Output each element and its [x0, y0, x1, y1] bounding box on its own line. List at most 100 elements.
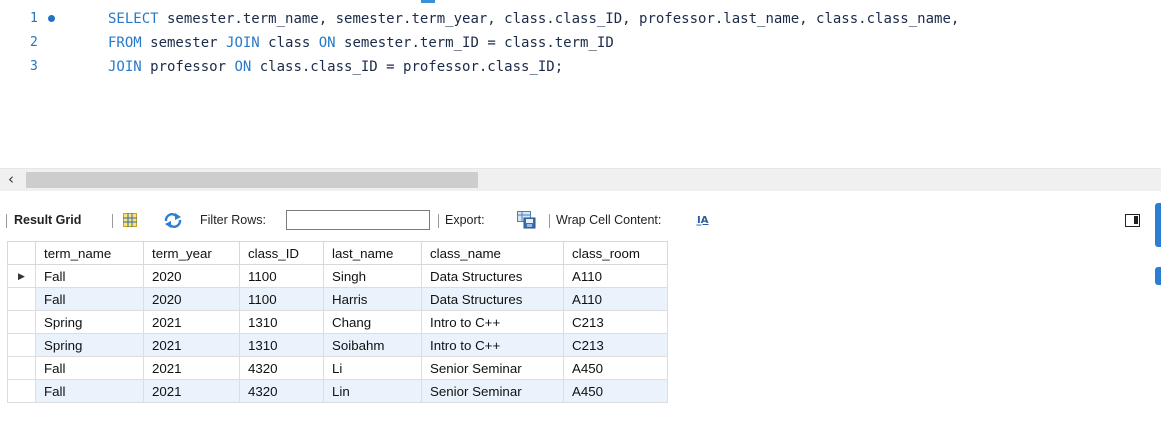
table-row[interactable]: Fall 2021 4320 Li Senior Seminar A450	[7, 356, 668, 380]
code-text: FROM semester JOIN class ON semester.ter…	[108, 31, 614, 55]
panel-toggle-icon[interactable]	[1125, 214, 1140, 227]
editor-top-marker	[421, 0, 435, 3]
cell[interactable]: Harris	[323, 287, 422, 311]
cell[interactable]: A450	[563, 356, 668, 380]
row-header[interactable]	[7, 310, 36, 334]
toolbar-separator	[6, 214, 7, 228]
cell[interactable]: Soibahm	[323, 333, 422, 357]
row-header[interactable]	[7, 287, 36, 311]
table-row[interactable]: Spring 2021 1310 Soibahm Intro to C++ C2…	[7, 333, 668, 357]
line-gutter: 3	[0, 55, 60, 79]
sql-keyword: JOIN	[108, 59, 142, 75]
sql-text: semester.term_name, semester.term_year, …	[158, 11, 968, 27]
export-icon[interactable]	[517, 211, 537, 229]
cell[interactable]: 2021	[143, 333, 240, 357]
cell[interactable]: Senior Seminar	[421, 379, 564, 403]
cell[interactable]: Data Structures	[421, 287, 564, 311]
sql-keyword: JOIN	[226, 35, 260, 51]
sql-keyword: ON	[318, 35, 336, 51]
row-header[interactable]	[7, 356, 36, 380]
cell[interactable]: Spring	[35, 310, 144, 334]
result-grid: term_name term_year class_ID last_name c…	[7, 241, 668, 403]
cell[interactable]: 2020	[143, 287, 240, 311]
cell[interactable]: C213	[563, 333, 668, 357]
side-panel-tab[interactable]	[1155, 267, 1161, 285]
cell[interactable]: A450	[563, 379, 668, 403]
column-header[interactable]: last_name	[323, 241, 422, 265]
cell[interactable]: A110	[563, 264, 668, 288]
refresh-icon[interactable]	[164, 213, 182, 228]
cell[interactable]: Fall	[35, 379, 144, 403]
table-row[interactable]: ▶ Fall 2020 1100 Singh Data Structures A…	[7, 264, 668, 288]
line-number: 3	[30, 59, 38, 74]
side-panel-tab[interactable]	[1155, 203, 1161, 247]
result-grid-tab[interactable]: Result Grid	[14, 203, 81, 237]
cell[interactable]: Data Structures	[421, 264, 564, 288]
header-row: term_name term_year class_ID last_name c…	[7, 241, 668, 265]
code-line[interactable]: 1 SELECT semester.term_name, semester.ter…	[0, 7, 1161, 31]
cell[interactable]: 1100	[239, 287, 324, 311]
toolbar-separator	[549, 214, 550, 228]
line-number: 2	[30, 35, 38, 50]
toolbar-separator	[438, 214, 439, 228]
code-text: SELECT semester.term_name, semester.term…	[108, 7, 968, 31]
cell[interactable]: Spring	[35, 333, 144, 357]
cell[interactable]: Intro to C++	[421, 310, 564, 334]
cell[interactable]: 4320	[239, 356, 324, 380]
sql-text: semester	[141, 35, 227, 51]
cell[interactable]: Chang	[323, 310, 422, 334]
grid-icon[interactable]	[123, 213, 137, 227]
row-header[interactable]	[7, 333, 36, 357]
sql-text: semester.term_ID = class.term_ID	[335, 35, 614, 51]
cell[interactable]: 1310	[239, 310, 324, 334]
cell[interactable]: Intro to C++	[421, 333, 564, 357]
cell[interactable]: 1310	[239, 333, 324, 357]
wrap-icon[interactable]: I̲A	[697, 215, 709, 227]
scroll-left-arrow-icon[interactable]: ‹	[8, 170, 14, 188]
line-number: 1	[30, 11, 38, 26]
table-row[interactable]: Spring 2021 1310 Chang Intro to C++ C213	[7, 310, 668, 334]
cell[interactable]: Li	[323, 356, 422, 380]
sql-keyword: SELECT	[108, 11, 159, 27]
editor-horizontal-scrollbar[interactable]: ‹	[0, 168, 1161, 191]
scrollbar-thumb[interactable]	[26, 172, 478, 188]
filter-rows-input[interactable]	[286, 210, 430, 230]
panel-toggle-inner	[1134, 216, 1138, 224]
cell[interactable]: 2020	[143, 264, 240, 288]
column-header[interactable]: class_ID	[239, 241, 324, 265]
code-line[interactable]: 2 FROM semester JOIN class ON semester.te…	[0, 31, 1161, 55]
sql-text: professor	[141, 59, 235, 75]
result-toolbar: Result Grid Filter Rows: Export: Wrap Ce…	[0, 203, 1161, 237]
column-header[interactable]: class_name	[421, 241, 564, 265]
cell[interactable]: 2021	[143, 356, 240, 380]
current-row-marker-icon[interactable]: ▶	[7, 264, 36, 288]
row-header-corner	[7, 241, 36, 265]
line-gutter: 2	[0, 31, 60, 55]
code-line[interactable]: 3 JOIN professor ON class.class_ID = prof…	[0, 55, 1161, 79]
cell[interactable]: 2021	[143, 310, 240, 334]
cell[interactable]: Senior Seminar	[421, 356, 564, 380]
cell[interactable]: 2021	[143, 379, 240, 403]
cell[interactable]: Fall	[35, 356, 144, 380]
cell[interactable]: A110	[563, 287, 668, 311]
cell[interactable]: Fall	[35, 287, 144, 311]
column-header[interactable]: term_name	[35, 241, 144, 265]
column-header[interactable]: term_year	[143, 241, 240, 265]
column-header[interactable]: class_room	[563, 241, 668, 265]
sql-text: class	[259, 35, 319, 51]
table-row[interactable]: Fall 2021 4320 Lin Senior Seminar A450	[7, 379, 668, 403]
cell[interactable]: C213	[563, 310, 668, 334]
cell[interactable]: Fall	[35, 264, 144, 288]
cell[interactable]: Singh	[323, 264, 422, 288]
sql-editor[interactable]: 1 SELECT semester.term_name, semester.ter…	[0, 0, 1161, 166]
cell[interactable]: Lin	[323, 379, 422, 403]
cell[interactable]: 4320	[239, 379, 324, 403]
sql-keyword: FROM	[108, 35, 142, 51]
export-label: Export:	[445, 213, 485, 227]
sql-text: class.class_ID = professor.class_ID;	[251, 59, 564, 75]
cell[interactable]: 1100	[239, 264, 324, 288]
row-header[interactable]	[7, 379, 36, 403]
wrap-cell-content-label: Wrap Cell Content:	[556, 213, 662, 227]
filter-rows-label: Filter Rows:	[200, 213, 266, 227]
table-row[interactable]: Fall 2020 1100 Harris Data Structures A1…	[7, 287, 668, 311]
